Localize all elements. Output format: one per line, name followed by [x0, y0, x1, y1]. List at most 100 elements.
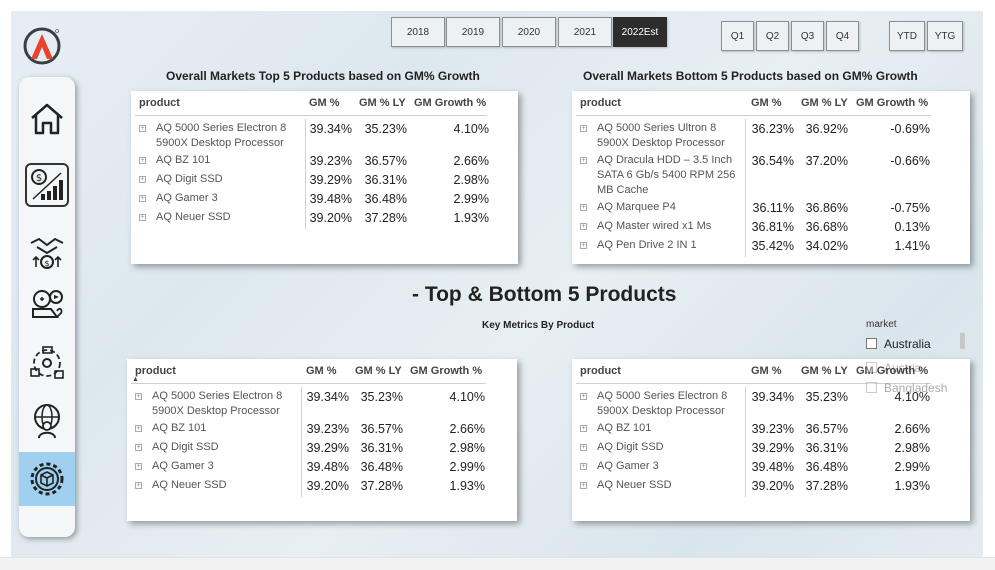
- gm-value: 39.48%: [751, 460, 794, 474]
- table-row[interactable]: + AQ Digit SSD 39.29% 36.31% 2.98%: [572, 440, 970, 455]
- market-option-label: Austria: [884, 361, 922, 375]
- product-name: AQ Gamer 3: [152, 459, 312, 474]
- nav-product-settings-button[interactable]: [25, 457, 69, 501]
- year-button-2022Est[interactable]: 2022Est: [613, 17, 667, 47]
- gm-ly-value: 35.23%: [360, 390, 403, 404]
- market-checkbox[interactable]: [866, 362, 877, 373]
- gm-value: 39.29%: [751, 441, 794, 455]
- col-header-gm-growth[interactable]: GM Growth %: [414, 97, 486, 109]
- table-row[interactable]: + AQ Gamer 3 39.48% 36.48% 2.99%: [572, 459, 970, 474]
- market-checkbox[interactable]: [866, 338, 877, 349]
- table-row[interactable]: + AQ Digit SSD 39.29% 36.31% 2.98%: [127, 440, 517, 455]
- gm-value: 39.20%: [309, 211, 352, 225]
- table-row[interactable]: + AQ Neuer SSD 39.20% 37.28% 1.93%: [127, 478, 517, 493]
- table-row[interactable]: + AQ Neuer SSD 39.20% 37.28% 1.93%: [131, 210, 518, 225]
- col-header-gm-ly[interactable]: GM % LY: [801, 365, 848, 377]
- gm-value: 36.23%: [751, 122, 794, 136]
- col-header-gm[interactable]: GM %: [306, 365, 337, 377]
- top-products-table: product GM % GM % LY GM Growth % + AQ 5000 Se…: [131, 91, 518, 264]
- expand-row-icon[interactable]: +: [580, 425, 587, 432]
- product-name-line: AQ Marquee P4: [597, 201, 676, 213]
- table-row[interactable]: + AQ 5000 Series Electron 8 5900X Desktop …: [127, 389, 517, 419]
- nav-supply-chain-button[interactable]: [25, 341, 69, 385]
- period-button-ytg[interactable]: YTG: [927, 21, 963, 51]
- col-header-product[interactable]: product: [580, 365, 621, 377]
- table-row[interactable]: + AQ Gamer 3 39.48% 36.48% 2.99%: [131, 191, 518, 206]
- product-name-line: AQ 5000 Series Ultron 8: [597, 122, 717, 134]
- product-name-line: 5900X Desktop Processor: [156, 137, 284, 149]
- table-row[interactable]: + AQ 5000 Series Ultron 8 5900X Desktop Pr…: [572, 121, 970, 151]
- nav-marketing-button[interactable]: [25, 283, 69, 327]
- market-checkbox[interactable]: [866, 382, 877, 393]
- expand-row-icon[interactable]: +: [580, 444, 587, 451]
- col-header-gm-ly[interactable]: GM % LY: [801, 97, 848, 109]
- expand-row-icon[interactable]: +: [580, 482, 587, 489]
- expand-row-icon[interactable]: +: [135, 463, 142, 470]
- table-row[interactable]: + AQ BZ 101 39.23% 36.57% 2.66%: [131, 153, 518, 168]
- col-header-gm[interactable]: GM %: [309, 97, 340, 109]
- expand-row-icon[interactable]: +: [139, 195, 146, 202]
- market-option[interactable]: Australia: [865, 336, 960, 352]
- table-row[interactable]: + AQ Neuer SSD 39.20% 37.28% 1.93%: [572, 478, 970, 493]
- expand-row-icon[interactable]: +: [580, 204, 587, 211]
- period-button-ytd[interactable]: YTD: [889, 21, 925, 51]
- table-row[interactable]: + AQ Dracula HDD – 3.5 Inch SATA 6 Gb/s 54…: [572, 153, 970, 198]
- expand-row-icon[interactable]: +: [135, 393, 142, 400]
- expand-row-icon[interactable]: +: [580, 125, 587, 132]
- expand-row-icon[interactable]: +: [135, 425, 142, 432]
- gm-value: 39.48%: [306, 460, 349, 474]
- navigation-sidebar: $ $: [19, 77, 75, 537]
- table-row[interactable]: + AQ BZ 101 39.23% 36.57% 2.66%: [127, 421, 517, 436]
- gm-ly-value: 37.28%: [364, 211, 407, 225]
- quarter-button-q1[interactable]: Q1: [721, 21, 754, 51]
- quarter-button-q2[interactable]: Q2: [756, 21, 789, 51]
- col-header-gm[interactable]: GM %: [751, 97, 782, 109]
- col-header-product[interactable]: product: [580, 97, 621, 109]
- expand-row-icon[interactable]: +: [139, 214, 146, 221]
- col-header-gm-ly[interactable]: GM % LY: [355, 365, 402, 377]
- nav-home-button[interactable]: [25, 97, 69, 141]
- col-header-gm[interactable]: GM %: [751, 365, 782, 377]
- table-row[interactable]: + AQ Digit SSD 39.29% 36.31% 2.98%: [131, 172, 518, 187]
- expand-row-icon[interactable]: +: [580, 463, 587, 470]
- expand-row-icon[interactable]: +: [580, 393, 587, 400]
- gm-growth-value: -0.69%: [890, 122, 930, 136]
- expand-row-icon[interactable]: +: [135, 444, 142, 451]
- gm-ly-value: 36.68%: [805, 220, 848, 234]
- nav-global-team-button[interactable]: [25, 399, 69, 443]
- nav-finance-button[interactable]: $: [25, 163, 69, 207]
- quarter-button-q3[interactable]: Q3: [791, 21, 824, 51]
- product-name-line: SATA 6 Gb/s 5400 RPM 256: [597, 169, 736, 181]
- col-header-gm-growth[interactable]: GM Growth %: [410, 365, 482, 377]
- nav-sales-button[interactable]: $: [25, 229, 69, 273]
- expand-row-icon[interactable]: +: [580, 242, 587, 249]
- year-button-2021[interactable]: 2021: [558, 17, 612, 47]
- column-divider: [745, 119, 746, 257]
- quarter-button-q4[interactable]: Q4: [826, 21, 859, 51]
- expand-row-icon[interactable]: +: [580, 223, 587, 230]
- product-name: AQ 5000 Series Electron 8 5900X Desktop P…: [597, 389, 757, 419]
- col-header-gm-growth[interactable]: GM Growth %: [856, 97, 928, 109]
- gm-ly-value: 36.57%: [360, 422, 403, 436]
- year-button-2018[interactable]: 2018: [391, 17, 445, 47]
- table-row[interactable]: + AQ Pen Drive 2 IN 1 35.42% 34.02% 1.41%: [572, 238, 970, 253]
- table-row[interactable]: + AQ BZ 101 39.23% 36.57% 2.66%: [572, 421, 970, 436]
- year-button-2020[interactable]: 2020: [502, 17, 556, 47]
- market-option[interactable]: Bangladesh: [865, 380, 960, 396]
- market-option[interactable]: Austria: [865, 360, 960, 376]
- table-row[interactable]: + AQ 5000 Series Electron 8 5900X Desktop …: [131, 121, 518, 151]
- table-row[interactable]: + AQ Gamer 3 39.48% 36.48% 2.99%: [127, 459, 517, 474]
- year-button-2019[interactable]: 2019: [446, 17, 500, 47]
- product-name: AQ 5000 Series Electron 8 5900X Desktop P…: [152, 389, 312, 419]
- expand-row-icon[interactable]: +: [139, 176, 146, 183]
- expand-row-icon[interactable]: +: [580, 157, 587, 164]
- col-header-gm-ly[interactable]: GM % LY: [359, 97, 406, 109]
- expand-row-icon[interactable]: +: [139, 125, 146, 132]
- table-row[interactable]: + AQ Master wired x1 Ms 36.81% 36.68% 0.13%: [572, 219, 970, 234]
- expand-row-icon[interactable]: +: [135, 482, 142, 489]
- expand-row-icon[interactable]: +: [139, 157, 146, 164]
- col-header-product[interactable]: product: [139, 97, 180, 109]
- slicer-scrollbar[interactable]: [960, 333, 965, 349]
- col-header-product[interactable]: product: [135, 365, 176, 377]
- table-row[interactable]: + AQ Marquee P4 36.11% 36.86% -0.75%: [572, 200, 970, 215]
